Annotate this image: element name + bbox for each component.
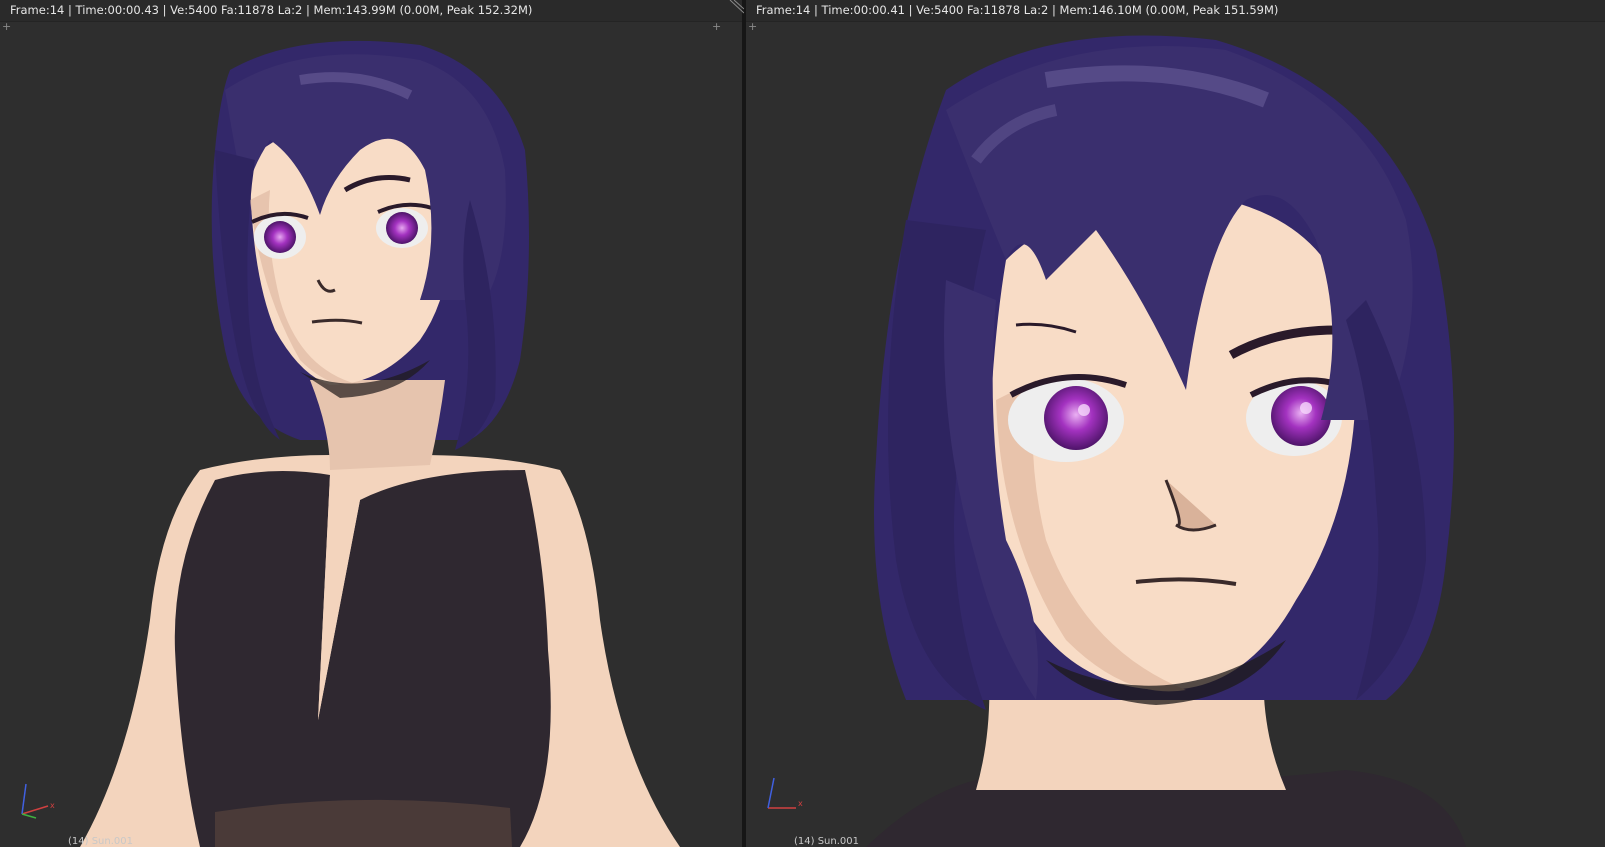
area-split-corner-icon[interactable] [728, 0, 744, 14]
active-object-label: (14) Sun.001 [794, 836, 859, 847]
viewport-info-text: Frame:14 | Time:00:00.43 | Ve:5400 Fa:11… [0, 0, 742, 22]
iris-left [1044, 386, 1108, 450]
corner-split-handle-left[interactable]: + [748, 21, 758, 32]
iris-right [1271, 386, 1331, 446]
viewport-info-text: Frame:14 | Time:00:00.41 | Ve:5400 Fa:11… [746, 0, 1605, 22]
corner-split-handle-right[interactable]: + [712, 21, 722, 32]
corner-split-handle-left[interactable]: + [2, 21, 12, 32]
axis-gizmo: x [767, 777, 803, 809]
active-object-label: (14) Sun.001 [68, 836, 133, 847]
neck [310, 380, 445, 470]
iris-right [386, 212, 418, 244]
dress [174, 470, 551, 847]
character-render-full-body: x [21, 40, 680, 847]
right-3d-viewport[interactable]: x Frame:14 | Time:00:00.41 | Ve:5400 Fa:… [746, 0, 1605, 847]
belt [215, 799, 512, 847]
axis-gizmo: x [21, 783, 55, 819]
iris-left [264, 221, 296, 253]
left-3d-viewport[interactable]: x Frame:14 | Time:00:00.43 | Ve:5400 Fa:… [0, 0, 742, 847]
character-render-closeup: x [767, 35, 1466, 847]
svg-text:x: x [50, 801, 55, 810]
svg-text:x: x [798, 799, 803, 808]
